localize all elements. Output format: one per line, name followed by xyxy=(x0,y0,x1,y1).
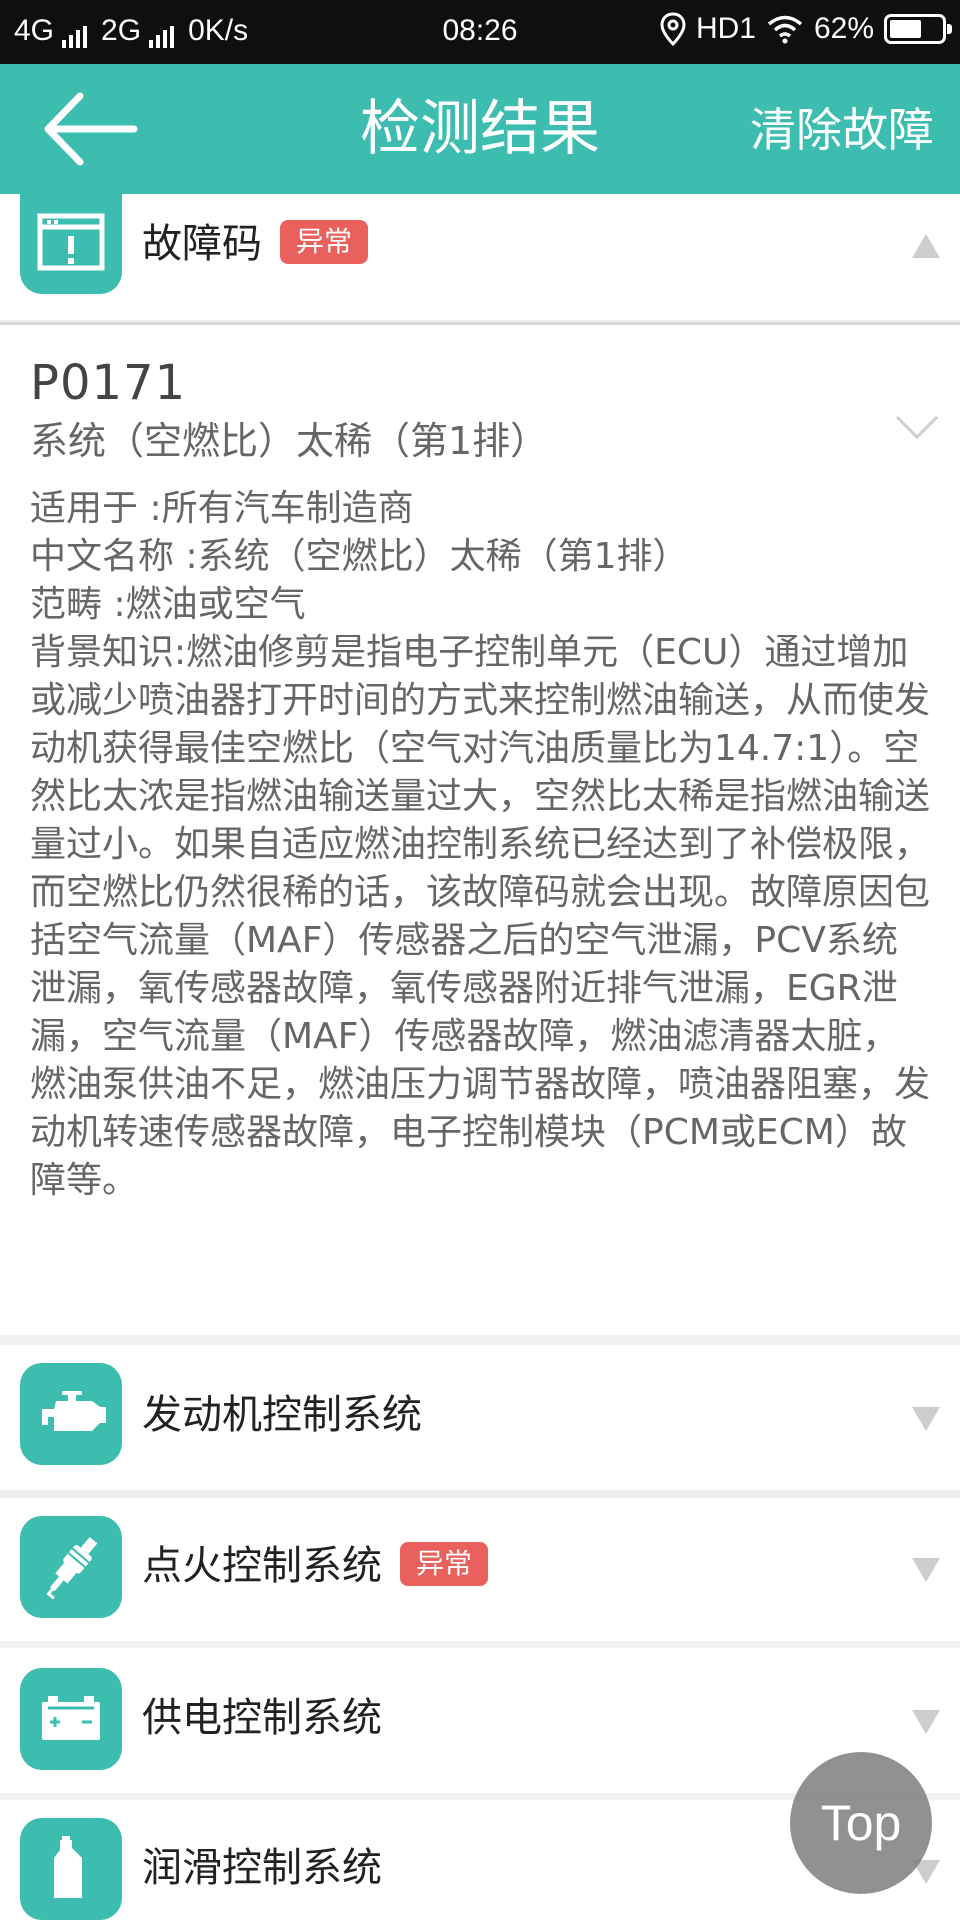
fault-detail-panel: P0171 系统（空燃比）太稀（第1排） 适用于 :所有汽车制造商 中文名称 :… xyxy=(0,322,960,1335)
carrier-label: HD1 xyxy=(695,12,756,45)
chevron-down-icon[interactable] xyxy=(895,396,939,440)
system-title: 润滑控制系统 xyxy=(142,1844,382,1892)
system-title: 点火控制系统 异常 xyxy=(142,1542,489,1590)
system-title: 供电控制系统 xyxy=(142,1694,382,1742)
scroll-to-top-button[interactable]: Top xyxy=(790,1752,932,1894)
app-bar: 检测结果 清除故障 xyxy=(0,64,960,194)
oil-bottle-icon xyxy=(20,1818,122,1920)
section-title-label: 故障码 xyxy=(142,221,262,267)
system-title-label: 点火控制系统 xyxy=(142,1543,382,1589)
system-row-engine[interactable]: 发动机控制系统 xyxy=(0,1345,960,1490)
status-bar: 4G 2G 0K/s 08:26 HD1 62% xyxy=(0,0,960,64)
abnormal-badge: 异常 xyxy=(280,220,369,264)
clear-faults-button[interactable]: 清除故障 xyxy=(750,104,934,156)
engine-icon xyxy=(20,1363,122,1465)
fault-code-section-header[interactable]: 故障码 异常 xyxy=(0,194,960,320)
collapse-triangle-icon[interactable] xyxy=(912,234,940,258)
expand-triangle-icon[interactable] xyxy=(912,1407,940,1431)
wifi-icon xyxy=(767,15,803,44)
fault-code-subtitle: 系统（空燃比）太稀（第1排） xyxy=(30,419,549,463)
status-right: HD1 62% xyxy=(660,12,952,46)
system-title-label: 供电控制系统 xyxy=(142,1695,382,1741)
fault-code: P0171 xyxy=(30,355,187,411)
battery-fill xyxy=(890,20,921,38)
system-title-label: 发动机控制系统 xyxy=(142,1392,422,1438)
spark-plug-icon xyxy=(20,1516,122,1618)
system-row-ignition[interactable]: 点火控制系统 异常 xyxy=(0,1498,960,1641)
alert-window-icon xyxy=(20,194,122,294)
expand-triangle-icon[interactable] xyxy=(912,1710,940,1734)
system-title-label: 润滑控制系统 xyxy=(142,1845,382,1891)
section-title: 故障码 异常 xyxy=(142,220,369,268)
location-icon xyxy=(660,12,686,46)
battery-icon xyxy=(20,1668,122,1770)
battery-icon xyxy=(884,14,952,44)
system-title: 发动机控制系统 xyxy=(142,1391,422,1439)
battery-percent: 62% xyxy=(813,12,874,45)
abnormal-badge: 异常 xyxy=(400,1542,489,1586)
fault-description: 适用于 :所有汽车制造商 中文名称 :系统（空燃比）太稀（第1排） 范畴 :燃油… xyxy=(30,488,931,1201)
expand-triangle-icon[interactable] xyxy=(912,1558,940,1582)
